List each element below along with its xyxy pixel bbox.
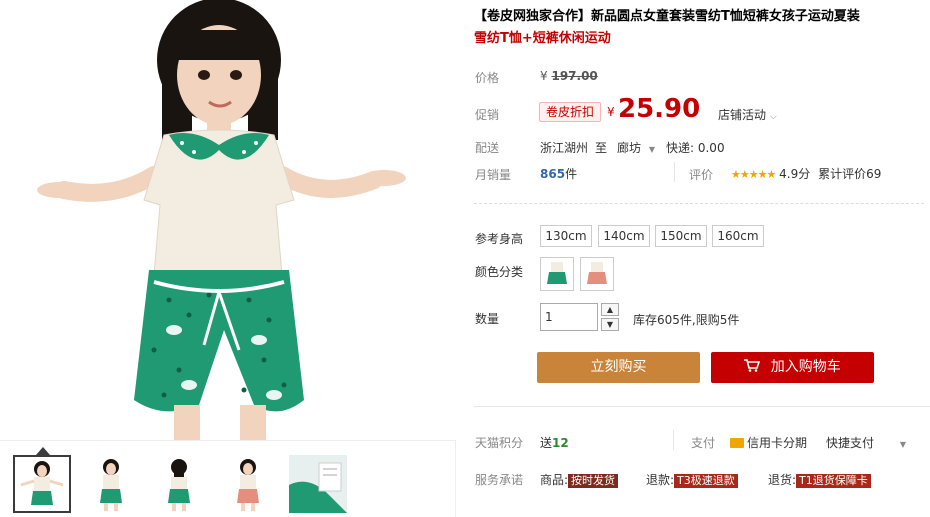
thumbnail-strip (0, 440, 456, 517)
return-guarantee-badge: T1退货保障卡 (796, 474, 871, 488)
original-price: ¥ 197.00 (540, 69, 598, 83)
star-rating-icon: ★★★★★ (731, 168, 776, 181)
stock-info: 库存605件,限购5件 (633, 313, 740, 327)
promo-tag: 卷皮折扣 (539, 102, 602, 122)
shipping-destination-select[interactable]: 廊坊 ▼ (617, 139, 655, 156)
thumbnail-5[interactable] (289, 455, 347, 513)
thumb-girl-green-icon (100, 459, 122, 511)
express-fee: 快递: 0.00 (666, 141, 725, 155)
original-currency: ¥ (540, 69, 548, 83)
quantity-decrease-button[interactable]: ▼ (601, 318, 619, 331)
points-value: 送12 (540, 434, 569, 451)
color-option-green[interactable] (540, 257, 574, 291)
quantity-label: 数量 (475, 312, 500, 326)
price-label: 价格 (475, 71, 500, 85)
product-gallery (0, 0, 456, 517)
thumbnail-2[interactable] (82, 455, 140, 513)
product-subtitle: 雪纺T恤+短裤休闲运动 (474, 31, 611, 46)
credit-installment-label: 信用卡分期 (747, 436, 808, 450)
shipping-from: 浙江湖州 (540, 141, 589, 155)
shipping-to-word: 至 (595, 141, 608, 155)
points-label: 天猫积分 (475, 436, 524, 450)
thumb-girl-back-icon (168, 459, 190, 511)
size-label: 参考身高 (475, 232, 524, 246)
credit-card-icon (730, 438, 744, 448)
promo-label: 促销 (475, 108, 500, 122)
add-to-cart-label: 加入购物车 (770, 359, 841, 375)
shipping-destination: 廊坊 (617, 141, 642, 155)
divider-vertical (674, 162, 675, 182)
divider-vertical (673, 430, 674, 450)
rating-score: 4.9分 (779, 167, 811, 181)
caret-down-icon: ▼ (648, 145, 655, 154)
shop-activity-dropdown[interactable]: 店铺活动 ⌵ (718, 106, 777, 123)
quick-pay-label: 快捷支付 (826, 436, 875, 450)
promo-currency: ¥ (607, 105, 615, 119)
thumb-girl-green-icon (20, 461, 64, 505)
points-give-word: 送 (540, 436, 553, 450)
size-option-160[interactable]: 160cm (712, 225, 764, 247)
add-to-cart-button[interactable]: 加入购物车 (711, 352, 874, 383)
credit-installment[interactable]: 信用卡分期 (730, 434, 807, 451)
buy-now-button[interactable]: 立刻购买 (537, 352, 700, 383)
cart-icon (744, 359, 764, 375)
fast-refund-badge: T3极速退款 (674, 474, 738, 488)
on-time-delivery-badge: 按时发货 (568, 474, 619, 488)
monthly-sales-label: 月销量 (475, 168, 512, 182)
section-divider (474, 203, 924, 204)
monthly-sales: 865件 (540, 165, 577, 182)
main-product-image[interactable] (4, 0, 456, 440)
active-thumb-pointer-icon (36, 447, 50, 455)
service-refund-label: 退款: (646, 473, 675, 487)
service-return-label: 退货: (768, 473, 797, 487)
service-return: 退货: T1退货保障卡 (768, 471, 871, 488)
sales-unit: 件 (565, 167, 578, 181)
quantity-input[interactable] (540, 303, 598, 331)
service-refund: 退款: T3极速退款 (646, 471, 738, 488)
thumb-fabric-detail-icon (289, 455, 347, 513)
sales-count: 865 (540, 167, 566, 181)
color-option-pink[interactable] (580, 257, 614, 291)
total-reviews-link[interactable]: 累计评价69 (818, 167, 881, 181)
promo-price: 25.90 (618, 94, 701, 124)
product-detail-panel: 【卷皮网独家合作】新品圆点女童套装雪纺T恤短裤女孩子运动夏装 雪纺T恤+短裤休闲… (456, 0, 930, 517)
color-label: 颜色分类 (475, 265, 524, 279)
thumbnail-4[interactable] (219, 455, 277, 513)
service-goods: 商品: 按时发货 (540, 471, 619, 488)
thumb-girl-pink-icon (237, 459, 259, 511)
quick-pay-dropdown[interactable]: 快捷支付 ▼ (826, 434, 906, 451)
points-amount: 12 (552, 436, 569, 450)
shop-activity-label: 店铺活动 (718, 108, 767, 122)
rating-summary[interactable]: ★★★★★ 4.9分 累计评价69 (731, 165, 881, 182)
section-divider (474, 406, 930, 407)
size-option-150[interactable]: 150cm (655, 225, 707, 247)
service-goods-label: 商品: (540, 473, 569, 487)
size-option-140[interactable]: 140cm (598, 225, 650, 247)
rating-label: 评价 (689, 168, 714, 182)
original-price-value: 197.00 (551, 69, 598, 83)
girl-outfit-illustration (37, 0, 406, 440)
outfit-pink-swatch-icon (587, 262, 607, 284)
chevron-down-icon: ⌵ (769, 112, 777, 122)
quantity-increase-button[interactable]: ▲ (601, 303, 619, 316)
thumbnail-3[interactable] (150, 455, 208, 513)
shipping-label: 配送 (475, 141, 500, 155)
service-label: 服务承诺 (475, 473, 524, 487)
caret-down-icon: ▼ (899, 440, 906, 449)
pay-label: 支付 (691, 436, 716, 450)
size-option-130[interactable]: 130cm (540, 225, 592, 247)
outfit-green-swatch-icon (547, 262, 567, 284)
thumbnail-1[interactable] (13, 455, 71, 513)
product-title: 【卷皮网独家合作】新品圆点女童套装雪纺T恤短裤女孩子运动夏装 (474, 9, 860, 24)
